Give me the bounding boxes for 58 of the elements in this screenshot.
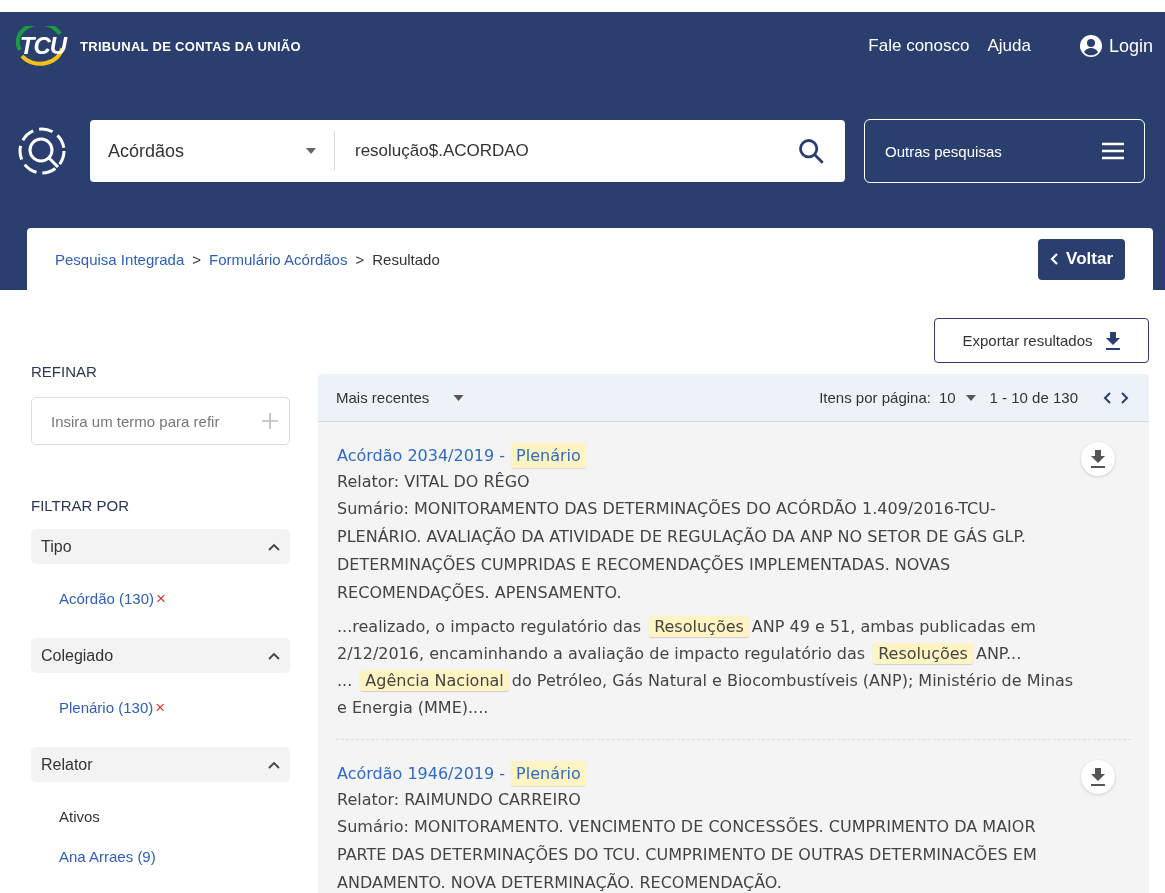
remove-filter-button[interactable]: ×	[155, 699, 166, 716]
filter-link[interactable]: Ana Arraes (9)	[59, 848, 156, 865]
summary-text: Sumário: MONITORAMENTO DAS DETERMINAÇÕES DO ACÓRDÃO 1.409/2016-TCU-PLENÁRIO. AVALIAÇÃO DA ATIVIDADE DE REGULAÇÃO DA ANP NO SETOR DE GÁS GLP. DETERMINAÇÕES CUMPRIDAS E RECOMENDAÇÕES IMPLEMENTADAS. NOVAS RECOMENDAÇÕES. APENSAMENTO.	[337, 498, 1027, 604]
plus-icon	[262, 413, 278, 429]
search-logo-icon	[16, 125, 68, 177]
excerpt-text: ... Agência Nacional do Petróleo, Gás Natural e Biocombustíveis (ANP); Ministério de Minas e Energia (MME)....	[337, 669, 1075, 719]
colegiado-tag: Plenário	[511, 761, 586, 786]
other-searches-button[interactable]: Outras pesquisas	[864, 119, 1145, 183]
result-range: 1 - 10 de 130	[989, 389, 1078, 406]
breadcrumb-separator: >	[355, 250, 365, 268]
filter-subheading: Ativos	[59, 808, 100, 825]
breadcrumb-link[interactable]: Formulário Acórdãos	[209, 250, 348, 268]
export-button[interactable]: Exportar resultados	[934, 318, 1149, 363]
search-button[interactable]	[797, 137, 825, 165]
scope-dropdown[interactable]: Acórdãos	[90, 131, 335, 171]
section-title: REFINAR	[31, 363, 98, 380]
filter-group-header[interactable]: Tipo	[31, 529, 290, 564]
breadcrumb-current: Resultado	[372, 250, 440, 268]
search-field[interactable]: resolução$.ACORDAO	[335, 140, 797, 162]
download-icon	[1090, 450, 1106, 468]
filter-link[interactable]: Acórdão (130)	[59, 590, 155, 607]
logo: TCU	[16, 26, 70, 66]
remove-filter-button[interactable]: ×	[156, 590, 166, 607]
organization-name: TRIBUNAL DE CONTAS DA UNIÃO	[80, 38, 301, 54]
download-button[interactable]	[1081, 442, 1115, 476]
excerpt-text: ...realizado, o impacto regulatório das Resoluções ANP 49 e 51, ambas publicadas em 2/12/2016, encaminhando a avaliação de impacto regulatório das Resoluções ANP...	[337, 615, 1037, 666]
breadcrumb-link[interactable]: Pesquisa Integrada	[55, 250, 185, 268]
sort-dropdown[interactable]: Mais recentes	[336, 389, 465, 406]
header-link[interactable]: Ajuda	[987, 36, 1031, 56]
relator-text: Relator: RAIMUNDO CARREIRO	[337, 789, 582, 811]
dropdown-caret-icon	[306, 148, 316, 154]
result-title-link[interactable]: Acórdão 1946/2019 -	[337, 761, 506, 786]
section-title: FILTRAR POR	[31, 497, 131, 514]
menu-icon	[1102, 142, 1124, 160]
dropdown-caret-icon	[965, 394, 976, 401]
filter-link[interactable]: Plenário (130)	[59, 699, 154, 716]
breadcrumb-separator: >	[192, 250, 202, 268]
download-button[interactable]	[1081, 760, 1115, 794]
chevron-right-icon	[1121, 391, 1129, 404]
summary-text: Sumário: MONITORAMENTO. VENCIMENTO DE CONCESSÕES. CUMPRIMENTO DA MAIOR PARTE DAS DETERMINAÇÕES DO TCU. CUMPRIMENTO DE OUTRAS DETERMINACÕES EM ANDAMENTO. NOVA DETERMINAÇÃO. RECOMENDAÇÃO.	[337, 816, 1038, 893]
colegiado-tag: Plenário	[511, 443, 586, 468]
per-page-dropdown[interactable]: 10	[938, 389, 976, 406]
dropdown-caret-icon	[453, 394, 465, 401]
relator-text: Relator: VITAL DO RÊGO	[337, 471, 531, 493]
filter-group-header[interactable]: Relator	[31, 747, 290, 782]
per-page-label: Itens por página:	[819, 389, 931, 406]
filter-group-header[interactable]: Colegiado	[31, 638, 290, 673]
chevron-left-icon	[1103, 391, 1111, 404]
search-icon	[797, 137, 825, 165]
chevron-left-icon	[1050, 253, 1059, 265]
result-title-link[interactable]: Acórdão 2034/2019 -	[337, 443, 506, 468]
download-icon	[1090, 768, 1106, 786]
back-button[interactable]: Voltar	[1038, 238, 1125, 280]
user-icon	[1078, 34, 1103, 58]
header-link[interactable]: Fale conosco	[868, 36, 970, 56]
login-button[interactable]: Login	[1078, 34, 1153, 58]
download-icon	[1104, 331, 1121, 350]
refine-field[interactable]: Insira um termo para refir	[31, 397, 290, 445]
